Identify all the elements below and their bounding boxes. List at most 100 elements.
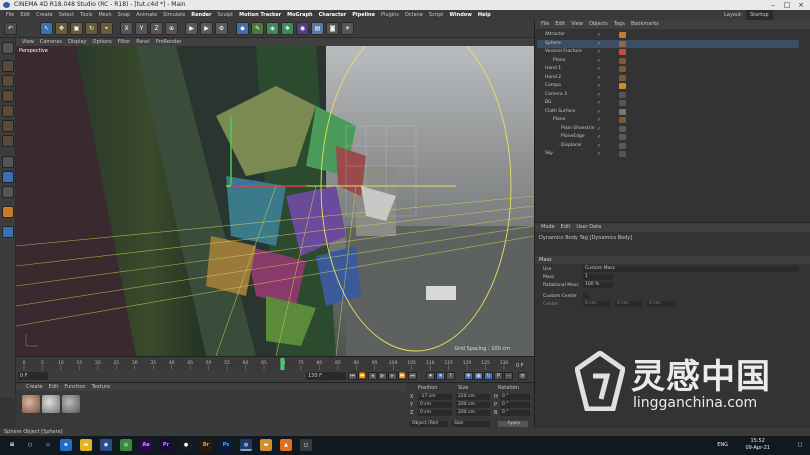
mass-field[interactable]: 1 <box>583 274 613 280</box>
material-skin-swatch[interactable] <box>22 395 40 413</box>
x-axis-button[interactable]: X <box>120 22 133 35</box>
object-tag-icon[interactable] <box>619 66 626 72</box>
object-row[interactable]: Cloth Surface ✓ <box>537 108 799 117</box>
object-row[interactable]: Plain Shoestrin ✓ <box>537 125 799 134</box>
record-parameter-button[interactable]: P <box>494 372 503 380</box>
object-row[interactable]: Attractor ✓ <box>537 31 799 40</box>
tweak-mode-icon[interactable] <box>2 171 14 183</box>
object-menu-file[interactable]: File <box>541 21 549 27</box>
apply-button[interactable]: Apply <box>498 421 528 427</box>
viewport-menu-panel[interactable]: Panel <box>136 39 150 45</box>
points-mode-icon[interactable] <box>2 105 14 117</box>
enable-axis-icon[interactable] <box>2 156 14 168</box>
object-tag-icon[interactable] <box>619 125 626 132</box>
visibility-check-icon[interactable]: ✓ <box>597 82 601 91</box>
material-menu-function[interactable]: Function <box>64 384 85 390</box>
visibility-check-icon[interactable]: ✓ <box>597 125 601 134</box>
visibility-check-icon[interactable]: ✓ <box>597 150 601 159</box>
object-row[interactable]: BG ✓ <box>537 99 799 108</box>
object-tag-icon[interactable] <box>619 151 626 157</box>
app-icon[interactable]: ◻ <box>300 439 312 451</box>
visibility-check-icon[interactable]: ✓ <box>597 116 601 125</box>
render-picture-viewer-icon[interactable]: ▶ <box>200 22 213 35</box>
object-row[interactable]: Hand 1 ✓ <box>537 65 799 74</box>
size-field[interactable]: 200 cm <box>456 402 490 408</box>
deformer-icon[interactable]: ◉ <box>296 22 309 35</box>
pen-spline-icon[interactable]: ✎ <box>251 22 264 35</box>
object-tag-icon[interactable] <box>619 91 626 98</box>
visibility-check-icon[interactable]: ✓ <box>597 57 601 66</box>
notifications-icon[interactable]: ▢ <box>794 439 806 451</box>
prev-keyframe-button[interactable]: ⏪ <box>358 372 367 380</box>
coordinate-system-icon[interactable]: ⊕ <box>165 22 178 35</box>
render-settings-icon[interactable]: ⚙ <box>215 22 228 35</box>
start-frame-field[interactable]: 0 F <box>18 372 48 380</box>
prev-frame-button[interactable]: ◂ <box>368 372 377 380</box>
custom-center-checkbox[interactable] <box>583 293 589 299</box>
material-menu-create[interactable]: Create <box>26 384 43 390</box>
object-menu-bookmarks[interactable]: Bookmarks <box>631 21 659 27</box>
goto-start-button[interactable]: ⏮ <box>348 372 357 380</box>
object-tag-icon[interactable] <box>619 142 626 149</box>
cinema4d-task-icon[interactable]: ◍ <box>240 439 252 451</box>
menu-item-character[interactable]: Character <box>319 12 347 18</box>
object-row[interactable]: Compo ✓ <box>537 82 799 91</box>
task-view-icon[interactable]: ▭ <box>42 439 54 451</box>
planar-workplane-icon[interactable] <box>2 226 14 238</box>
render-view-icon[interactable]: ▶ <box>185 22 198 35</box>
media-player-icon[interactable]: ◉ <box>100 439 112 451</box>
menu-item-window[interactable]: Window <box>449 12 471 18</box>
record-scale-button[interactable]: ▣ <box>474 372 483 380</box>
floor-icon[interactable]: ▤ <box>311 22 324 35</box>
visibility-check-icon[interactable]: ✓ <box>597 142 601 151</box>
minimize-button[interactable]: – <box>766 0 780 10</box>
record-pla-button[interactable]: ⋯ <box>504 372 513 380</box>
cube-object-icon[interactable]: ◆ <box>236 22 249 35</box>
chrome-icon[interactable]: ◎ <box>120 439 132 451</box>
object-row[interactable]: PlaneEdge ✓ <box>537 133 799 142</box>
object-tag-icon[interactable] <box>619 134 626 140</box>
menu-item-motion-tracker[interactable]: Motion Tracker <box>239 12 281 18</box>
visibility-check-icon[interactable]: ✓ <box>597 40 601 49</box>
live-select-icon[interactable]: ↖ <box>40 22 53 35</box>
object-row[interactable]: Camera 3 ✓ <box>537 91 799 100</box>
viewport-menu-display[interactable]: Display <box>68 39 86 45</box>
polygons-mode-icon[interactable] <box>2 135 14 147</box>
bridge-icon[interactable]: Br <box>200 439 212 451</box>
center-x-field[interactable]: 0 cm <box>583 301 611 307</box>
attribute-menu-mode[interactable]: Mode <box>541 224 555 230</box>
menu-item-mesh[interactable]: Mesh <box>98 12 111 18</box>
menu-item-create[interactable]: Create <box>36 12 53 18</box>
menu-item-simulate[interactable]: Simulate <box>163 12 185 18</box>
object-row[interactable]: Voronoi Fracture ✓ <box>537 48 799 57</box>
end-frame-field[interactable]: 130 F <box>306 372 346 380</box>
object-row[interactable]: Plane ✓ <box>537 57 799 66</box>
file-explorer-icon[interactable]: ▬ <box>80 439 92 451</box>
subdivision-icon[interactable]: ◈ <box>266 22 279 35</box>
object-row[interactable]: Sky ✓ <box>537 150 799 159</box>
menu-item-sculpt[interactable]: Sculpt <box>218 12 234 18</box>
menu-item-select[interactable]: Select <box>59 12 74 18</box>
visibility-check-icon[interactable]: ✓ <box>597 48 601 57</box>
record-rotation-button[interactable]: ↻ <box>484 372 493 380</box>
center-y-field[interactable]: 0 cm <box>615 301 643 307</box>
visibility-check-icon[interactable]: ✓ <box>597 65 601 74</box>
rotational-mass-field[interactable]: 100 % <box>583 282 613 288</box>
layout-select[interactable]: Startup <box>746 10 773 20</box>
visibility-check-icon[interactable]: ✓ <box>597 91 601 100</box>
perspective-viewport[interactable]: Perspective Grid Spacing : 100 cm <box>16 46 534 356</box>
attribute-menu-edit[interactable]: Edit <box>561 224 571 230</box>
material-menu-edit[interactable]: Edit <box>49 384 59 390</box>
menu-item-edit[interactable]: Edit <box>20 12 30 18</box>
object-tag-icon[interactable] <box>619 40 626 47</box>
menu-item-render[interactable]: Render <box>191 12 211 18</box>
snapping-icon[interactable] <box>2 186 14 198</box>
material-silver-swatch[interactable] <box>42 395 60 413</box>
goto-end-button[interactable]: ⏭ <box>408 372 417 380</box>
record-button[interactable]: ⏺ <box>426 372 435 380</box>
coord-mode-select[interactable]: Object (Rel) <box>410 421 448 427</box>
use-select[interactable]: Custom Mass <box>583 266 798 272</box>
size-mode-select[interactable]: Size <box>452 421 490 427</box>
maximize-button[interactable]: □ <box>780 0 794 10</box>
attribute-menu-user-data[interactable]: User Data <box>576 224 601 230</box>
